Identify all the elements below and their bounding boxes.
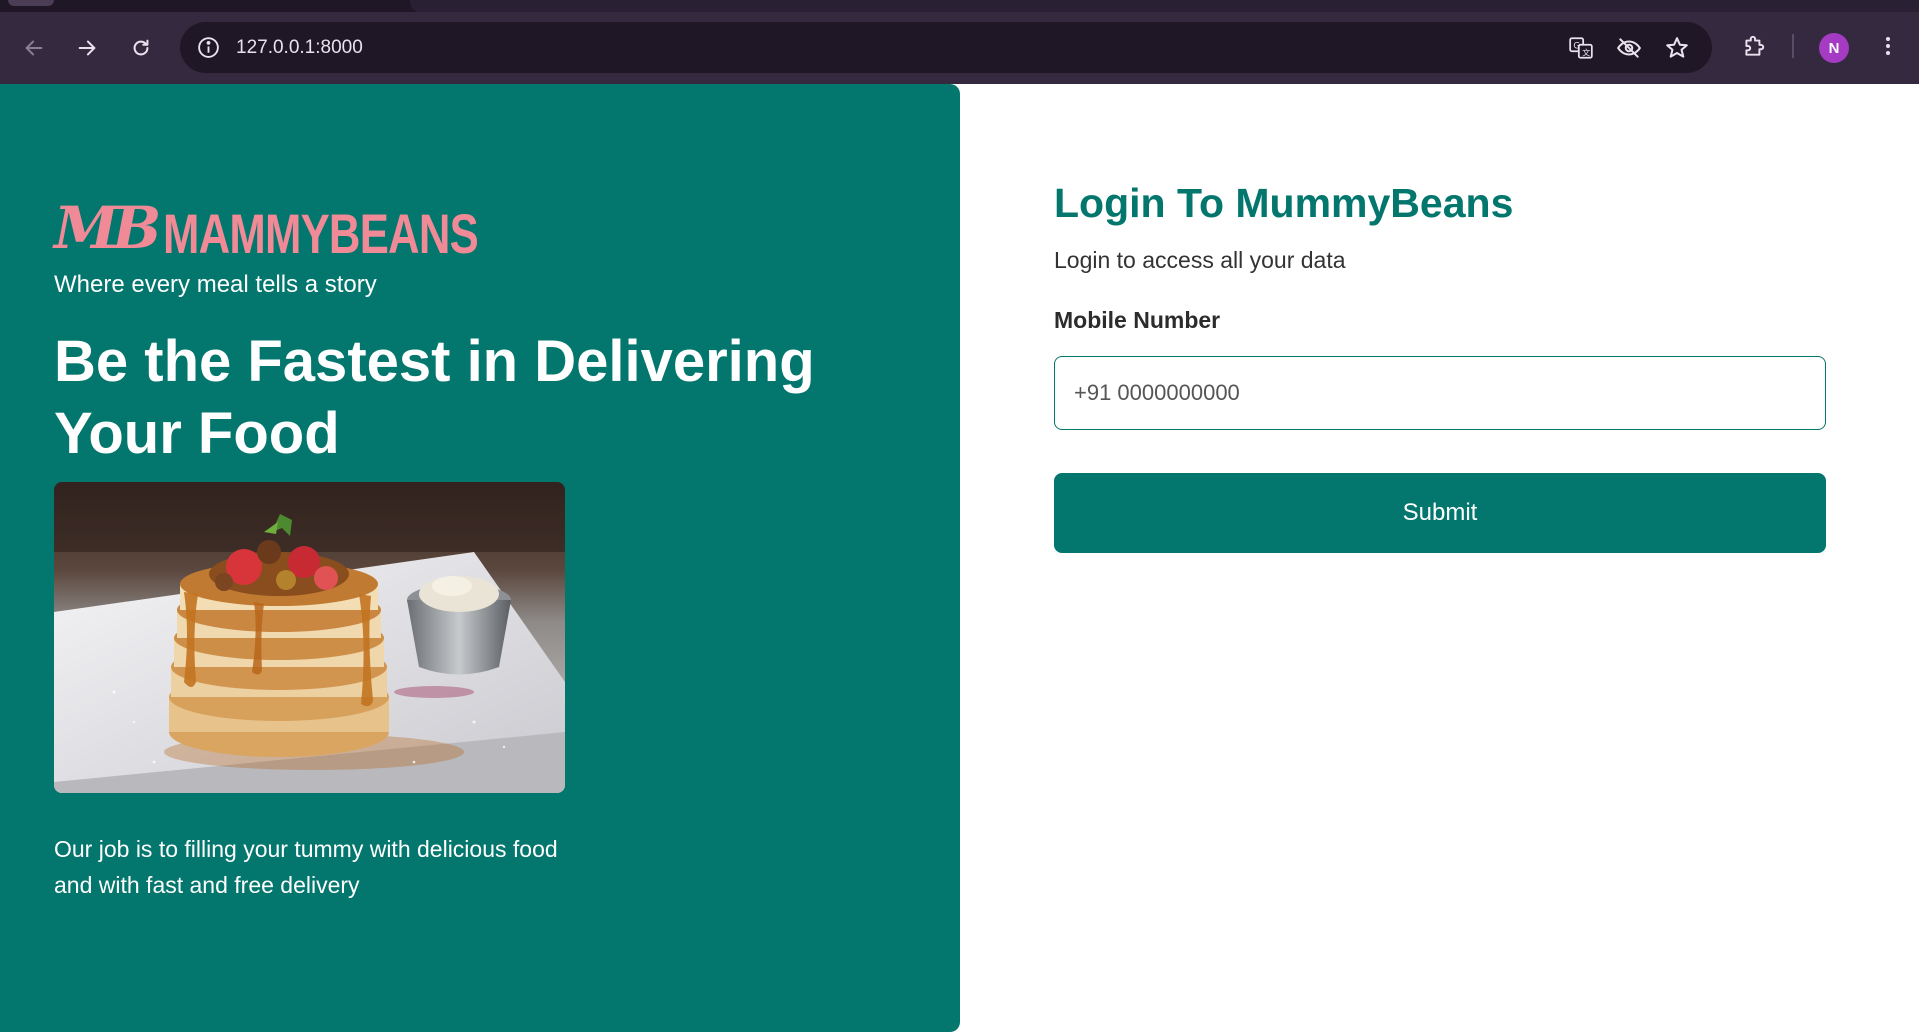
reload-icon [133, 39, 149, 56]
tab-strip [0, 0, 1919, 12]
logo-monogram: MB [54, 194, 161, 262]
login-subtitle: Login to access all your data [1054, 247, 1346, 273]
arrow-left-icon [25, 40, 43, 56]
translate-icon: G 文 [1569, 37, 1593, 59]
back-button[interactable] [17, 31, 51, 65]
extensions-button[interactable] [1738, 30, 1770, 62]
profile-avatar[interactable]: N [1819, 33, 1849, 63]
brand-logo: MB MAMMYBEANS [54, 190, 567, 266]
translate-button[interactable]: G 文 [1567, 34, 1595, 62]
puzzle-icon [1745, 35, 1765, 56]
address-bar[interactable]: 127.0.0.1:8000 G 文 [180, 22, 1712, 73]
reload-button[interactable] [124, 31, 158, 65]
svg-text:G: G [1573, 42, 1580, 52]
info-icon[interactable] [196, 35, 221, 60]
tab-stub[interactable] [8, 0, 54, 6]
eye-off-icon [1616, 38, 1642, 58]
browser-toolbar: 127.0.0.1:8000 G 文 N [0, 0, 1919, 84]
pancake-photo [54, 482, 565, 793]
login-title: Login To MummyBeans [1054, 180, 1514, 226]
brand-tagline: Where every meal tells a story [54, 271, 377, 298]
menu-button[interactable] [1872, 30, 1904, 62]
hero-panel: MB MAMMYBEANS Where every meal tells a s… [0, 84, 960, 1032]
mobile-number-input[interactable] [1054, 356, 1826, 430]
hero-description: Our job is to filling your tummy with de… [54, 836, 558, 898]
mobile-number-label: Mobile Number [1054, 307, 1221, 333]
toolbar-divider [1792, 34, 1794, 58]
svg-text:文: 文 [1582, 48, 1590, 58]
logo-wordmark: MAMMYBEANS [163, 202, 479, 265]
active-tab-edge [410, 0, 1919, 12]
submit-button[interactable]: Submit [1054, 473, 1826, 553]
hero-headline: Be the Fastest in Delivering Your Food [54, 329, 815, 466]
star-icon [1666, 37, 1688, 58]
bookmark-button[interactable] [1663, 34, 1691, 62]
url-text[interactable]: 127.0.0.1:8000 [236, 36, 363, 60]
kebab-menu-icon [1886, 37, 1890, 55]
arrow-right-icon [78, 40, 96, 56]
forward-button[interactable] [70, 31, 104, 65]
tracking-protection-button[interactable] [1615, 34, 1643, 62]
